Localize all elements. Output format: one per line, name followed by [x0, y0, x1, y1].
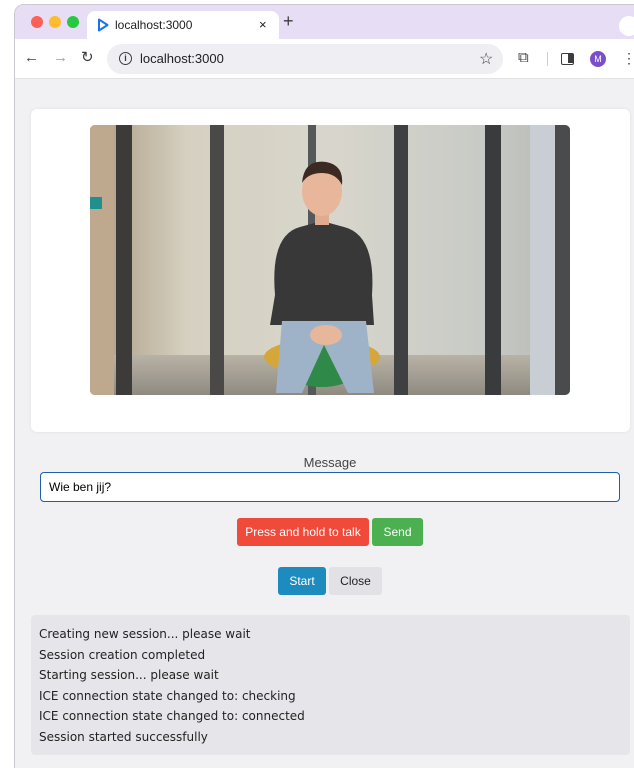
- forward-icon[interactable]: →: [53, 49, 68, 67]
- message-label: Message: [303, 455, 357, 470]
- video-card: [31, 109, 630, 432]
- new-tab-icon[interactable]: +: [283, 12, 294, 30]
- address-bar[interactable]: i localhost:3000 ☆: [107, 44, 503, 74]
- close-window-icon[interactable]: [31, 16, 43, 28]
- message-input[interactable]: [40, 472, 620, 502]
- extensions-icon[interactable]: ⧉: [518, 49, 529, 66]
- minimize-window-icon[interactable]: [49, 16, 61, 28]
- tab-strip: localhost:3000 × +: [15, 5, 634, 39]
- profile-avatar[interactable]: M: [590, 51, 606, 67]
- status-log: Creating new session... please wait Sess…: [31, 615, 630, 755]
- browser-toolbar: ← → ↻ i localhost:3000 ☆ ⧉ M ⋮: [15, 39, 634, 79]
- url-text[interactable]: localhost:3000: [140, 51, 224, 66]
- log-line: Session creation completed: [39, 647, 206, 662]
- avatar-video[interactable]: [90, 125, 570, 395]
- send-button[interactable]: Send: [372, 518, 423, 546]
- site-info-icon[interactable]: i: [119, 52, 132, 65]
- press-and-hold-to-talk-button[interactable]: Press and hold to talk: [237, 518, 369, 546]
- tab-search-icon[interactable]: [619, 16, 634, 36]
- start-button[interactable]: Start: [278, 567, 326, 595]
- log-line: ICE connection state changed to: checkin…: [39, 688, 296, 703]
- tab-title: localhost:3000: [115, 18, 193, 32]
- avatar-video-frame: [90, 125, 570, 395]
- browser-window: localhost:3000 × + ← → ↻ i localhost:300…: [14, 4, 634, 768]
- page-content: Message Press and hold to talk Send Star…: [15, 80, 634, 768]
- log-line: Creating new session... please wait: [39, 627, 251, 641]
- side-panel-icon[interactable]: [561, 53, 574, 65]
- reload-icon[interactable]: ↻: [81, 49, 94, 67]
- browser-menu-icon[interactable]: ⋮: [622, 50, 634, 67]
- log-line: Starting session... please wait: [39, 668, 219, 682]
- tab-close-icon[interactable]: ×: [259, 17, 267, 32]
- close-button[interactable]: Close: [329, 567, 382, 595]
- toolbar-divider: [547, 52, 548, 66]
- play-favicon-icon: [98, 18, 109, 32]
- log-line: Session started successfully: [39, 729, 208, 744]
- maximize-window-icon[interactable]: [67, 16, 79, 28]
- log-line: ICE connection state changed to: connect…: [39, 709, 305, 723]
- back-icon[interactable]: ←: [24, 49, 39, 67]
- bookmark-star-icon[interactable]: ☆: [479, 49, 493, 69]
- tab-localhost[interactable]: localhost:3000 ×: [87, 11, 279, 39]
